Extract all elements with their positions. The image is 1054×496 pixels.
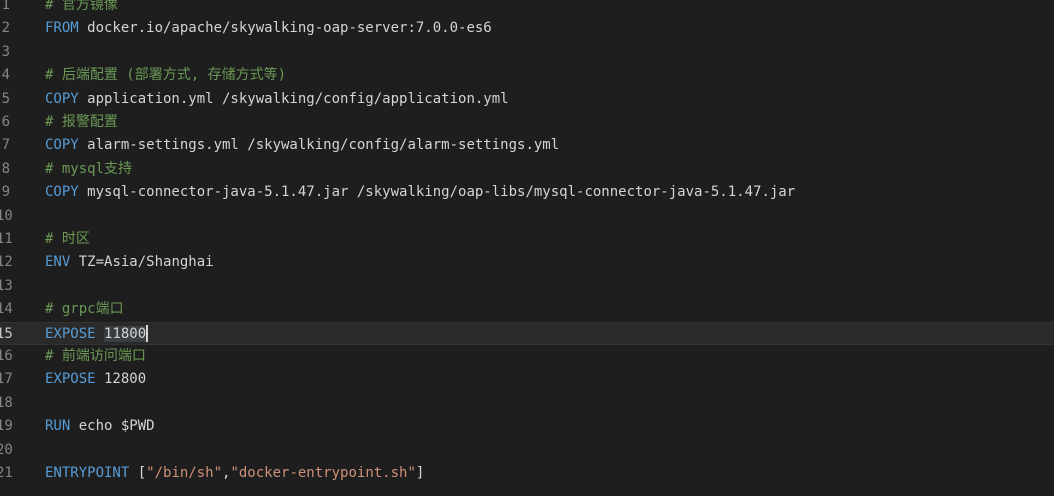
code-line[interactable]: 3 [0,41,1054,64]
keyword-token: COPY [45,137,79,154]
line-number: 12 [0,254,13,271]
code-line[interactable]: 5 COPY application.yml /skywalking/config… [0,88,1054,111]
keyword-token: FROM [45,20,79,37]
code-line[interactable]: 21 ENTRYPOINT ["/bin/sh","docker-entrypoi… [0,462,1054,485]
code-line-current[interactable]: 15 EXPOSE 11800 [0,321,1054,346]
code-line[interactable]: 9 COPY mysql-connector-java-5.1.47.jar /s… [0,181,1054,204]
code-text[interactable]: ENTRYPOINT ["/bin/sh","docker-entrypoint… [45,462,424,485]
line-number: 1 [1,0,10,13]
code-line[interactable]: 14 # grpc端口 [0,298,1054,321]
line-number: 2 [1,20,10,37]
comment-token: # mysql支持 [45,160,133,177]
code-text[interactable]: # 报警配置 [45,111,118,134]
selected-text: 11800 [104,325,147,342]
code-text[interactable]: COPY application.yml /skywalking/config/… [45,88,509,111]
line-number: 14 [0,301,13,318]
code-token: TZ=Asia/Shanghai [70,254,214,271]
line-number: 18 [0,394,13,411]
line-number: 17 [0,371,13,388]
code-text[interactable]: # grpc端口 [45,298,124,321]
line-number: 3 [1,43,10,60]
line-number: 19 [0,418,13,435]
line-number: 4 [1,67,10,84]
code-text[interactable]: # mysql支持 [45,158,132,181]
line-number: 20 [0,441,13,458]
code-text[interactable]: # 官方镜像 [45,0,118,17]
code-token: mysql-connector-java-5.1.47.jar /skywalk… [78,184,796,201]
code-line[interactable]: 19 RUN echo $PWD [0,415,1054,438]
string-token: "docker-entrypoint.sh" [230,465,416,481]
line-number: 10 [0,207,13,224]
code-token: echo $PWD [70,418,155,435]
code-editor[interactable]: 1 # 官方镜像 2 FROM docker.io/apache/skywalking… [0,0,1054,496]
keyword-token: COPY [45,90,79,107]
code-text[interactable]: RUN echo $PWD [45,415,155,438]
comment-token: # 报警配置 [45,114,118,130]
code-line[interactable]: 2 FROM docker.io/apache/skywalking-oap-se… [0,17,1054,40]
code-text[interactable]: COPY mysql-connector-java-5.1.47.jar /sk… [45,181,795,204]
code-text[interactable]: # 时区 [45,228,90,251]
code-token: application.yml /skywalking/config/appli… [78,90,509,107]
code-text[interactable]: # 前端访问端口 [45,345,146,368]
comment-token: # 前端访问端口 [45,348,146,364]
code-text[interactable]: FROM docker.io/apache/skywalking-oap-ser… [45,17,492,40]
code-token: 12800 [95,371,147,388]
code-token: [ [129,465,147,481]
string-token: "/bin/sh" [146,465,223,481]
code-line[interactable]: 1 # 官方镜像 [0,0,1054,17]
code-text[interactable]: # 后端配置 (部署方式, 存储方式等) [45,64,286,87]
code-line[interactable]: 11 # 时区 [0,228,1054,251]
code-token: ] [415,465,425,481]
code-line[interactable]: 18 [0,392,1054,415]
line-number: 8 [1,160,10,177]
code-line[interactable]: 20 [0,439,1054,462]
code-line[interactable]: 8 # mysql支持 [0,158,1054,181]
comment-token: # grpc端口 [45,301,124,318]
line-number: 7 [1,137,10,154]
line-number: 11 [0,231,13,247]
keyword-token: EXPOSE [45,325,96,342]
code-line[interactable]: 6 # 报警配置 [0,111,1054,134]
code-token: alarm-settings.yml /skywalking/config/al… [78,137,560,154]
line-number: 15 [0,325,13,342]
comment-token: # 时区 [45,231,90,247]
code-line[interactable]: 13 [0,275,1054,298]
code-line[interactable]: 10 [0,205,1054,228]
keyword-token: ENV [45,254,71,271]
code-line[interactable]: 17 EXPOSE 12800 [0,368,1054,391]
code-text[interactable]: ENV TZ=Asia/Shanghai [45,251,214,274]
code-token: docker.io/apache/skywalking-oap-server:7… [78,20,492,37]
code-line[interactable]: 12 ENV TZ=Asia/Shanghai [0,251,1054,274]
keyword-token: RUN [45,418,71,435]
keyword-token: COPY [45,184,79,201]
comment-token: # 后端配置 (部署方式, 存储方式等) [45,67,287,84]
keyword-token: ENTRYPOINT [45,465,130,481]
code-text[interactable]: COPY alarm-settings.yml /skywalking/conf… [45,134,559,157]
text-cursor [146,325,149,343]
line-number: 9 [1,184,10,201]
keyword-token: EXPOSE [45,371,96,388]
code-line[interactable]: 16 # 前端访问端口 [0,345,1054,368]
line-number: 16 [0,348,13,364]
line-number: 6 [1,114,10,130]
line-number: 21 [0,465,13,481]
code-text[interactable]: EXPOSE 12800 [45,368,146,391]
line-number: 5 [1,90,10,107]
code-line[interactable]: 4 # 后端配置 (部署方式, 存储方式等) [0,64,1054,87]
line-number: 13 [0,277,13,294]
comment-token: # 官方镜像 [45,0,118,13]
code-line[interactable]: 7 COPY alarm-settings.yml /skywalking/con… [0,134,1054,157]
code-text[interactable]: EXPOSE 11800 [45,323,149,346]
